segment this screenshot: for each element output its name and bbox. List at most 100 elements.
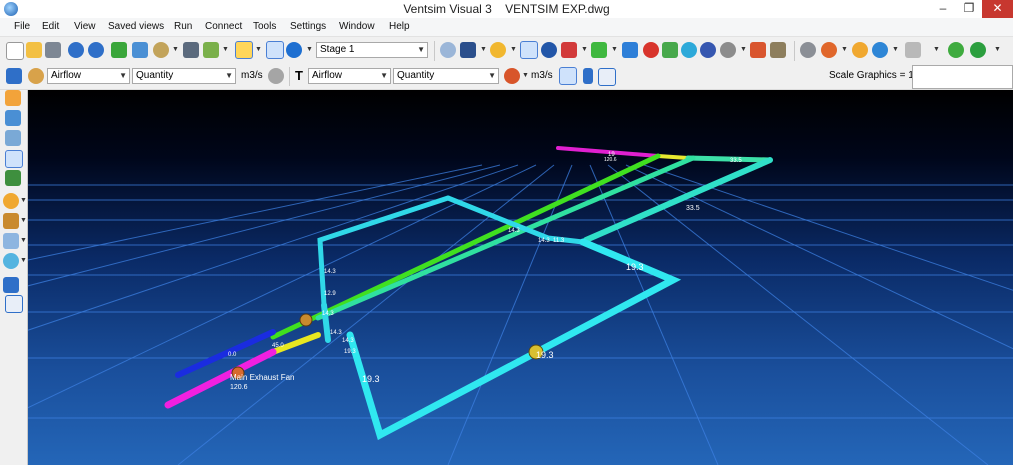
collapse-icon[interactable] xyxy=(598,68,616,86)
cube-view-icon[interactable] xyxy=(5,90,21,106)
airway-top-yellow[interactable] xyxy=(656,154,690,160)
connect-icon[interactable] xyxy=(681,42,697,58)
pipe-tool-icon[interactable] xyxy=(203,42,219,58)
chevron-down-icon[interactable]: ▼ xyxy=(306,46,313,53)
3d-viewport[interactable]: 19 120.6 33.5 33.5 14.3 14.3 11.3 14.3 1… xyxy=(28,90,1013,465)
image-icon[interactable] xyxy=(5,170,21,186)
chevron-down-icon[interactable]: ▼ xyxy=(480,46,487,53)
filter-icon[interactable] xyxy=(770,42,786,58)
check-icon[interactable] xyxy=(3,233,19,249)
window-tool-icon[interactable] xyxy=(132,42,148,58)
layers-icon[interactable] xyxy=(3,253,19,269)
chevron-down-icon[interactable]: ▼ xyxy=(20,257,27,264)
menu-edit[interactable]: Edit xyxy=(42,21,59,32)
color-palette-icon[interactable] xyxy=(28,68,44,84)
menu-help[interactable]: Help xyxy=(389,21,410,32)
pen-icon[interactable] xyxy=(460,42,476,58)
heart-icon[interactable] xyxy=(504,68,520,84)
color-data-type-select[interactable]: Airflow ▼ xyxy=(47,68,130,84)
menu-connect[interactable]: Connect xyxy=(205,21,242,32)
undo-icon[interactable] xyxy=(68,42,84,58)
search-icon[interactable] xyxy=(440,42,456,58)
chevron-down-icon[interactable]: ▼ xyxy=(172,46,179,53)
puzzle-icon[interactable] xyxy=(153,42,169,58)
save-icon[interactable] xyxy=(45,42,61,58)
chevron-down-icon[interactable]: ▼ xyxy=(994,46,1001,53)
chevron-down-icon[interactable]: ▼ xyxy=(581,46,588,53)
chevron-down-icon[interactable]: ▼ xyxy=(20,217,27,224)
grid-tool-icon[interactable] xyxy=(111,42,127,58)
airway-main-teal[interactable] xyxy=(315,155,696,321)
link-icon[interactable] xyxy=(268,68,284,84)
airway-main-loop[interactable] xyxy=(346,238,682,441)
fan-icon[interactable] xyxy=(852,42,868,58)
chevron-down-icon[interactable]: ▼ xyxy=(933,46,940,53)
chevron-down-icon[interactable]: ▼ xyxy=(510,46,517,53)
cursor-icon[interactable] xyxy=(5,150,23,168)
target-icon[interactable] xyxy=(541,42,557,58)
menu-file[interactable]: File xyxy=(14,21,30,32)
line-tool-icon[interactable] xyxy=(266,41,284,59)
redo-icon[interactable] xyxy=(88,42,104,58)
cloud-icon[interactable] xyxy=(720,42,736,58)
menu-saved-views[interactable]: Saved views xyxy=(108,21,164,32)
star-icon[interactable] xyxy=(490,42,506,58)
text-icon[interactable]: T xyxy=(295,68,303,83)
menu-view[interactable]: View xyxy=(74,21,96,32)
chevron-down-icon[interactable]: ▼ xyxy=(20,197,27,204)
menu-settings[interactable]: Settings xyxy=(290,21,326,32)
minus-box-icon[interactable] xyxy=(5,295,23,313)
airway-blue-intake[interactable] xyxy=(175,329,276,378)
highlight-tool-icon[interactable] xyxy=(559,67,577,85)
diesel-icon[interactable] xyxy=(905,42,921,58)
heat-icon[interactable] xyxy=(948,42,964,58)
fit-view-icon[interactable] xyxy=(6,68,22,84)
delete-icon[interactable] xyxy=(561,42,577,58)
chevron-down-icon[interactable]: ▼ xyxy=(892,46,899,53)
edit-pencil-icon[interactable] xyxy=(235,41,253,59)
clock-icon[interactable] xyxy=(872,42,888,58)
fan-marker-icon[interactable] xyxy=(299,313,313,327)
left-right-arrows-icon[interactable] xyxy=(3,277,19,293)
chevron-down-icon[interactable]: ▼ xyxy=(740,46,747,53)
ventilation-model-canvas[interactable]: 19 120.6 33.5 33.5 14.3 14.3 11.3 14.3 1… xyxy=(28,90,1013,465)
minimize-button[interactable]: – xyxy=(930,0,956,18)
gear-icon[interactable] xyxy=(800,42,816,58)
select-tool-icon[interactable] xyxy=(520,41,538,59)
info-icon[interactable] xyxy=(3,193,19,209)
up-down-arrows-icon[interactable] xyxy=(583,68,593,84)
stop-icon[interactable] xyxy=(643,42,659,58)
gear-view-icon[interactable] xyxy=(5,130,21,146)
menu-window[interactable]: Window xyxy=(339,21,375,32)
chevron-down-icon[interactable]: ▼ xyxy=(222,46,229,53)
brush-icon[interactable] xyxy=(3,213,19,229)
maximize-button[interactable]: ❐ xyxy=(956,0,982,18)
menu-tools[interactable]: Tools xyxy=(253,21,276,32)
fast-forward-icon[interactable] xyxy=(622,42,638,58)
fire-icon[interactable] xyxy=(821,42,837,58)
stage-select[interactable]: Stage 1 ▼ xyxy=(316,42,428,58)
new-file-icon[interactable] xyxy=(6,42,24,60)
chevron-down-icon[interactable]: ▼ xyxy=(841,46,848,53)
menu-run[interactable]: Run xyxy=(174,21,192,32)
chevron-down-icon[interactable]: ▼ xyxy=(20,237,27,244)
play-icon[interactable] xyxy=(286,42,302,58)
dollar-icon[interactable] xyxy=(970,42,986,58)
text-data-field-select[interactable]: Quantity ▼ xyxy=(393,68,499,84)
at-sign-icon[interactable] xyxy=(700,42,716,58)
text-data-type-select[interactable]: Airflow ▼ xyxy=(308,68,391,84)
gift-box-icon[interactable] xyxy=(750,42,766,58)
chevron-down-icon[interactable]: ▼ xyxy=(611,46,618,53)
open-folder-icon[interactable] xyxy=(26,42,42,58)
arrow-right-icon[interactable] xyxy=(591,42,607,58)
airway-network[interactable] xyxy=(164,146,773,441)
airway-top-right[interactable] xyxy=(685,155,773,163)
scale-graphics-swatches[interactable] xyxy=(912,65,1013,89)
table-icon[interactable] xyxy=(5,110,21,126)
chevron-down-icon[interactable]: ▼ xyxy=(522,72,529,79)
camera-icon[interactable] xyxy=(183,42,199,58)
close-button[interactable]: ✕ xyxy=(982,0,1013,18)
color-data-field-select[interactable]: Quantity ▼ xyxy=(132,68,236,84)
refresh-icon[interactable] xyxy=(662,42,678,58)
chevron-down-icon[interactable]: ▼ xyxy=(255,46,262,53)
